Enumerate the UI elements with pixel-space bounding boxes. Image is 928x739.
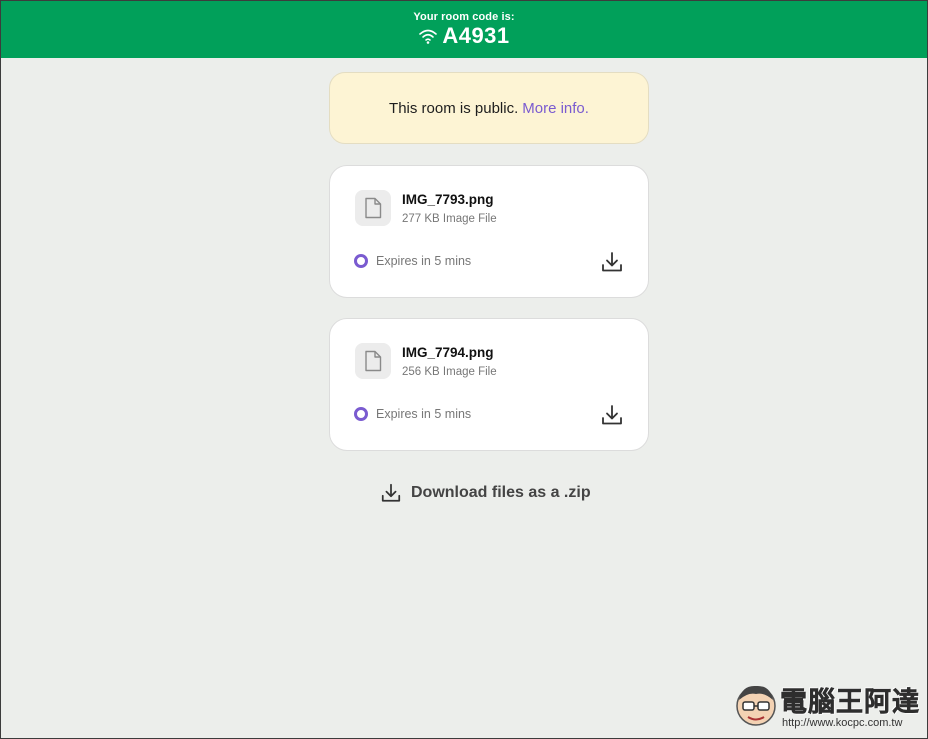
mascot-face-icon [736,685,776,726]
file-card: IMG_7794.png 256 KB Image File Expires i… [329,318,649,451]
download-icon [602,252,622,272]
download-icon [602,405,622,425]
file-name: IMG_7793.png [402,192,494,207]
file-card: IMG_7793.png 277 KB Image File Expires i… [329,165,649,298]
room-code-banner: Your room code is: A4931 [1,1,927,58]
download-zip-label: Download files as a .zip [411,484,591,501]
expiry-status: Expires in 5 mins [354,407,471,421]
notice-text: This room is public. [389,99,519,117]
watermark-title: 電腦王阿達 [780,687,920,718]
wifi-icon [418,28,438,44]
public-room-notice: This room is public. More info. [329,72,649,144]
room-code: A4931 [442,23,510,48]
download-zip-button[interactable]: Download files as a .zip [380,482,591,504]
file-name: IMG_7794.png [402,345,494,360]
expiry-status: Expires in 5 mins [354,254,471,268]
expiry-ring-icon [354,407,368,421]
download-icon [381,483,401,502]
download-file-button[interactable] [600,250,624,274]
file-icon [355,190,391,226]
room-code-row: A4931 [1,23,927,49]
expiry-text: Expires in 5 mins [376,407,472,421]
watermark: 電腦王阿達 http://www.kocpc.com.tw [734,680,922,732]
more-info-link[interactable]: More info. [522,100,589,117]
watermark-url: http://www.kocpc.com.tw [782,717,903,729]
file-icon [355,343,391,379]
expiry-text: Expires in 5 mins [376,254,472,268]
room-code-caption: Your room code is: [413,11,515,23]
download-file-button[interactable] [600,403,624,427]
expiry-ring-icon [354,254,368,268]
file-meta: 256 KB Image File [402,366,497,378]
file-meta: 277 KB Image File [402,213,497,225]
